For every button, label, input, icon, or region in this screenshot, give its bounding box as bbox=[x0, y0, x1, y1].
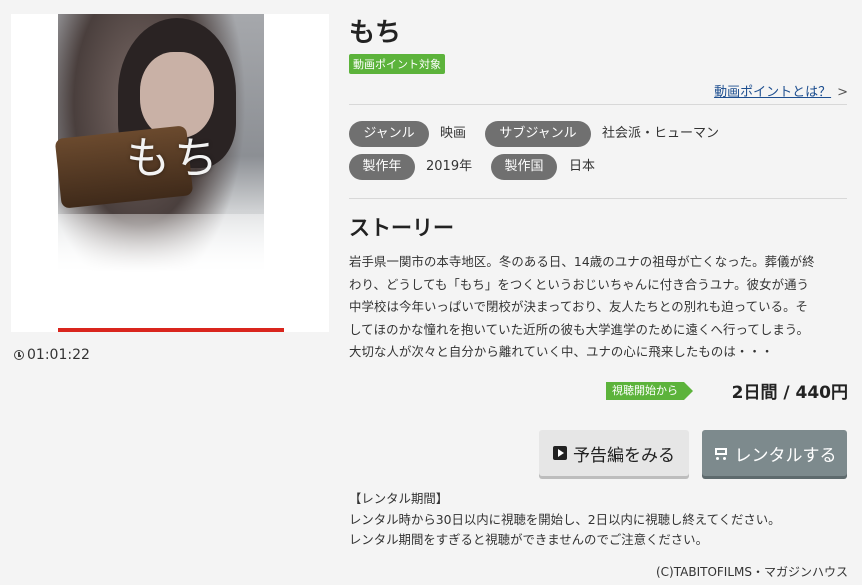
duration-value: 01:01:22 bbox=[27, 347, 90, 363]
poster-artwork: もち bbox=[54, 14, 264, 330]
price-period-badge: 視聴開始から bbox=[606, 382, 693, 400]
year-label: 製作年 bbox=[349, 154, 415, 180]
poster-title-text: もち bbox=[126, 133, 222, 184]
copyright: (C)TABITOFILMS・マガジンハウス bbox=[656, 565, 848, 579]
synopsis-line: 岩手県一関市の本寺地区。冬のある日、14歳のユナの祖母が亡くなった。葬儀が終 bbox=[349, 254, 815, 269]
subgenre-label: サブジャンル bbox=[485, 121, 591, 147]
synopsis-line: 中学校は今年いっぱいで閉校が決まっており、友人たちとの別れも迫っている。そ bbox=[349, 299, 809, 315]
genre-value[interactable]: 映画 bbox=[440, 121, 466, 147]
rental-notice-line: レンタル時から30日以内に視聴を開始し、2日以内に視聴し終えてください。 bbox=[349, 511, 781, 527]
rental-notice-line: レンタル期間をすぎると視聴ができませんのでご注意ください。 bbox=[349, 532, 708, 547]
subgenre-value[interactable]: 社会派・ヒューマン bbox=[602, 121, 719, 147]
poster-snow bbox=[58, 214, 264, 330]
rental-notice-heading: 【レンタル期間】 bbox=[349, 491, 449, 506]
divider bbox=[349, 198, 847, 199]
year-value: 2019年 bbox=[426, 159, 473, 174]
divider bbox=[349, 104, 847, 105]
point-badge: 動画ポイント対象 bbox=[349, 54, 445, 74]
country-label: 製作国 bbox=[491, 154, 557, 180]
rental-notice: 【レンタル期間】 レンタル時から30日以内に視聴を開始し、2日以内に視聴し終えて… bbox=[349, 489, 781, 551]
point-info-link-label[interactable]: 動画ポイントとは？ bbox=[714, 85, 831, 100]
rent-button[interactable]: レンタルする bbox=[702, 430, 847, 476]
chevron-right-icon: > bbox=[837, 85, 848, 100]
genre-label: ジャンル bbox=[349, 121, 429, 147]
rent-button-label: レンタルする bbox=[734, 445, 837, 466]
duration: 01:01:22 bbox=[14, 347, 90, 363]
poster-progress-bar bbox=[58, 328, 284, 332]
play-icon bbox=[553, 446, 567, 460]
story-heading: ストーリー bbox=[349, 216, 454, 240]
synopsis: 岩手県一関市の本寺地区。冬のある日、14歳のユナの祖母が亡くなった。葬儀が終 わ… bbox=[349, 251, 847, 364]
price-text: 2日間 / 440円 bbox=[731, 383, 848, 403]
trailer-button[interactable]: 予告編をみる bbox=[539, 430, 689, 476]
trailer-button-label: 予告編をみる bbox=[573, 445, 675, 466]
poster-image: もち bbox=[11, 14, 329, 332]
page-title: もち bbox=[349, 18, 402, 48]
synopsis-line: してほのかな憧れを抱いていた近所の彼も大学進学のために遠くへ行ってしまう。 bbox=[349, 321, 810, 337]
synopsis-line: 大切な人が次々と自分から離れていく中、ユナの心に飛来したものは・・・ bbox=[349, 344, 774, 360]
clock-icon bbox=[14, 350, 24, 360]
synopsis-line: わり、どうしても「もち」をつくというおじいちゃんに付き合うユナ。彼女が通う bbox=[349, 276, 810, 292]
point-info-link[interactable]: 動画ポイントとは？ > bbox=[714, 81, 848, 100]
country-value: 日本 bbox=[569, 159, 596, 174]
cart-icon bbox=[713, 446, 729, 460]
